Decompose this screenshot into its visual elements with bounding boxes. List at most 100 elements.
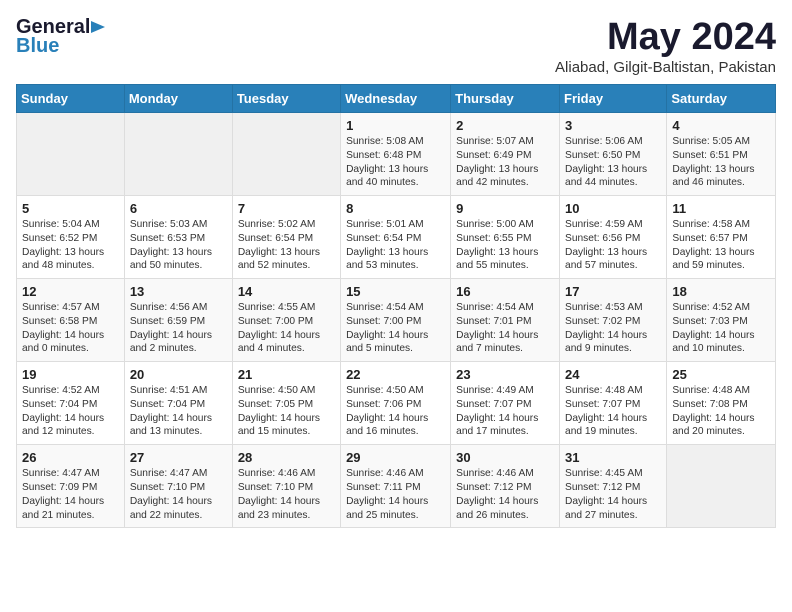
cell-info: Sunrise: 4:55 AMSunset: 7:00 PMDaylight:… — [238, 301, 335, 356]
cell-info: Sunrise: 4:54 AMSunset: 7:01 PMDaylight:… — [456, 301, 554, 356]
calendar-cell: 23 Sunrise: 4:49 AMSunset: 7:07 PMDayligh… — [451, 362, 560, 445]
cell-info: Sunrise: 5:07 AMSunset: 6:49 PMDaylight:… — [456, 135, 554, 190]
day-number: 10 — [565, 201, 661, 216]
cell-info: Sunrise: 4:46 AMSunset: 7:11 PMDaylight:… — [346, 467, 445, 522]
calendar-week-1: 1 Sunrise: 5:08 AMSunset: 6:48 PMDaylight… — [17, 113, 776, 196]
calendar-cell — [667, 445, 776, 528]
day-number: 25 — [672, 367, 770, 382]
cell-info: Sunrise: 4:51 AMSunset: 7:04 PMDaylight:… — [130, 384, 227, 439]
cell-info: Sunrise: 4:54 AMSunset: 7:00 PMDaylight:… — [346, 301, 445, 356]
day-number: 27 — [130, 450, 227, 465]
cell-info: Sunrise: 5:00 AMSunset: 6:55 PMDaylight:… — [456, 218, 554, 273]
day-number: 17 — [565, 284, 661, 299]
day-number: 26 — [22, 450, 119, 465]
cell-info: Sunrise: 5:04 AMSunset: 6:52 PMDaylight:… — [22, 218, 119, 273]
day-number: 15 — [346, 284, 445, 299]
cell-info: Sunrise: 5:08 AMSunset: 6:48 PMDaylight:… — [346, 135, 445, 190]
day-number: 11 — [672, 201, 770, 216]
day-number: 30 — [456, 450, 554, 465]
calendar: SundayMondayTuesdayWednesdayThursdayFrid… — [16, 84, 776, 528]
cell-info: Sunrise: 4:56 AMSunset: 6:59 PMDaylight:… — [130, 301, 227, 356]
calendar-week-2: 5 Sunrise: 5:04 AMSunset: 6:52 PMDaylight… — [17, 196, 776, 279]
calendar-cell: 21 Sunrise: 4:50 AMSunset: 7:05 PMDayligh… — [232, 362, 340, 445]
day-number: 5 — [22, 201, 119, 216]
cell-info: Sunrise: 5:01 AMSunset: 6:54 PMDaylight:… — [346, 218, 445, 273]
calendar-week-3: 12Sunrise: 4:57 AMSunset: 6:58 PMDayligh… — [17, 279, 776, 362]
logo-arrow-icon — [91, 19, 107, 35]
cell-info: Sunrise: 4:48 AMSunset: 7:07 PMDaylight:… — [565, 384, 661, 439]
header-sunday: Sunday — [17, 85, 125, 113]
calendar-cell: 12Sunrise: 4:57 AMSunset: 6:58 PMDayligh… — [17, 279, 125, 362]
calendar-cell: 6 Sunrise: 5:03 AMSunset: 6:53 PMDaylight… — [124, 196, 232, 279]
cell-info: Sunrise: 5:06 AMSunset: 6:50 PMDaylight:… — [565, 135, 661, 190]
calendar-cell: 10 Sunrise: 4:59 AMSunset: 6:56 PMDayligh… — [560, 196, 667, 279]
cell-info: Sunrise: 4:45 AMSunset: 7:12 PMDaylight:… — [565, 467, 661, 522]
calendar-cell: 15 Sunrise: 4:54 AMSunset: 7:00 PMDayligh… — [341, 279, 451, 362]
calendar-cell: 28 Sunrise: 4:46 AMSunset: 7:10 PMDayligh… — [232, 445, 340, 528]
cell-info: Sunrise: 4:50 AMSunset: 7:05 PMDaylight:… — [238, 384, 335, 439]
day-number: 3 — [565, 118, 661, 133]
title-block: May 2024 Aliabad, Gilgit-Baltistan, Paki… — [555, 16, 776, 76]
calendar-cell: 1 Sunrise: 5:08 AMSunset: 6:48 PMDaylight… — [341, 113, 451, 196]
calendar-cell: 31 Sunrise: 4:45 AMSunset: 7:12 PMDayligh… — [560, 445, 667, 528]
calendar-cell: 5 Sunrise: 5:04 AMSunset: 6:52 PMDaylight… — [17, 196, 125, 279]
day-number: 16 — [456, 284, 554, 299]
day-number: 24 — [565, 367, 661, 382]
calendar-cell: 20Sunrise: 4:51 AMSunset: 7:04 PMDayligh… — [124, 362, 232, 445]
cell-info: Sunrise: 4:46 AMSunset: 7:10 PMDaylight:… — [238, 467, 335, 522]
calendar-cell: 27Sunrise: 4:47 AMSunset: 7:10 PMDayligh… — [124, 445, 232, 528]
day-number: 2 — [456, 118, 554, 133]
day-number: 4 — [672, 118, 770, 133]
cell-info: Sunrise: 4:46 AMSunset: 7:12 PMDaylight:… — [456, 467, 554, 522]
logo: General Blue — [16, 16, 107, 58]
day-number: 29 — [346, 450, 445, 465]
calendar-cell: 25 Sunrise: 4:48 AMSunset: 7:08 PMDayligh… — [667, 362, 776, 445]
day-number: 31 — [565, 450, 661, 465]
header-tuesday: Tuesday — [232, 85, 340, 113]
calendar-cell: 22Sunrise: 4:50 AMSunset: 7:06 PMDayligh… — [341, 362, 451, 445]
day-number: 28 — [238, 450, 335, 465]
calendar-cell — [17, 113, 125, 196]
cell-info: Sunrise: 4:49 AMSunset: 7:07 PMDaylight:… — [456, 384, 554, 439]
cell-info: Sunrise: 5:02 AMSunset: 6:54 PMDaylight:… — [238, 218, 335, 273]
day-number: 8 — [346, 201, 445, 216]
calendar-cell: 26 Sunrise: 4:47 AMSunset: 7:09 PMDayligh… — [17, 445, 125, 528]
calendar-cell: 29 Sunrise: 4:46 AMSunset: 7:11 PMDayligh… — [341, 445, 451, 528]
header-friday: Friday — [560, 85, 667, 113]
calendar-cell: 4Sunrise: 5:05 AMSunset: 6:51 PMDaylight… — [667, 113, 776, 196]
day-number: 6 — [130, 201, 227, 216]
calendar-week-4: 19 Sunrise: 4:52 AMSunset: 7:04 PMDayligh… — [17, 362, 776, 445]
day-number: 19 — [22, 367, 119, 382]
calendar-cell: 3 Sunrise: 5:06 AMSunset: 6:50 PMDaylight… — [560, 113, 667, 196]
calendar-cell: 19 Sunrise: 4:52 AMSunset: 7:04 PMDayligh… — [17, 362, 125, 445]
calendar-cell: 24 Sunrise: 4:48 AMSunset: 7:07 PMDayligh… — [560, 362, 667, 445]
location: Aliabad, Gilgit-Baltistan, Pakistan — [555, 59, 776, 76]
calendar-cell: 8 Sunrise: 5:01 AMSunset: 6:54 PMDaylight… — [341, 196, 451, 279]
day-number: 1 — [346, 118, 445, 133]
header-monday: Monday — [124, 85, 232, 113]
page-header: General Blue May 2024 Aliabad, Gilgit-Ba… — [16, 16, 776, 76]
calendar-cell — [124, 113, 232, 196]
cell-info: Sunrise: 4:59 AMSunset: 6:56 PMDaylight:… — [565, 218, 661, 273]
header-thursday: Thursday — [451, 85, 560, 113]
calendar-cell: 13Sunrise: 4:56 AMSunset: 6:59 PMDayligh… — [124, 279, 232, 362]
calendar-cell: 14 Sunrise: 4:55 AMSunset: 7:00 PMDayligh… — [232, 279, 340, 362]
calendar-cell: 11 Sunrise: 4:58 AMSunset: 6:57 PMDayligh… — [667, 196, 776, 279]
calendar-cell: 18Sunrise: 4:52 AMSunset: 7:03 PMDayligh… — [667, 279, 776, 362]
calendar-cell: 9 Sunrise: 5:00 AMSunset: 6:55 PMDaylight… — [451, 196, 560, 279]
day-number: 23 — [456, 367, 554, 382]
day-number: 7 — [238, 201, 335, 216]
calendar-header-row: SundayMondayTuesdayWednesdayThursdayFrid… — [17, 85, 776, 113]
day-number: 14 — [238, 284, 335, 299]
cell-info: Sunrise: 4:48 AMSunset: 7:08 PMDaylight:… — [672, 384, 770, 439]
cell-info: Sunrise: 4:52 AMSunset: 7:04 PMDaylight:… — [22, 384, 119, 439]
cell-info: Sunrise: 4:53 AMSunset: 7:02 PMDaylight:… — [565, 301, 661, 356]
cell-info: Sunrise: 4:47 AMSunset: 7:09 PMDaylight:… — [22, 467, 119, 522]
calendar-cell: 17 Sunrise: 4:53 AMSunset: 7:02 PMDayligh… — [560, 279, 667, 362]
cell-info: Sunrise: 4:58 AMSunset: 6:57 PMDaylight:… — [672, 218, 770, 273]
cell-info: Sunrise: 4:52 AMSunset: 7:03 PMDaylight:… — [672, 301, 770, 356]
day-number: 21 — [238, 367, 335, 382]
day-number: 22 — [346, 367, 445, 382]
day-number: 9 — [456, 201, 554, 216]
cell-info: Sunrise: 5:03 AMSunset: 6:53 PMDaylight:… — [130, 218, 227, 273]
